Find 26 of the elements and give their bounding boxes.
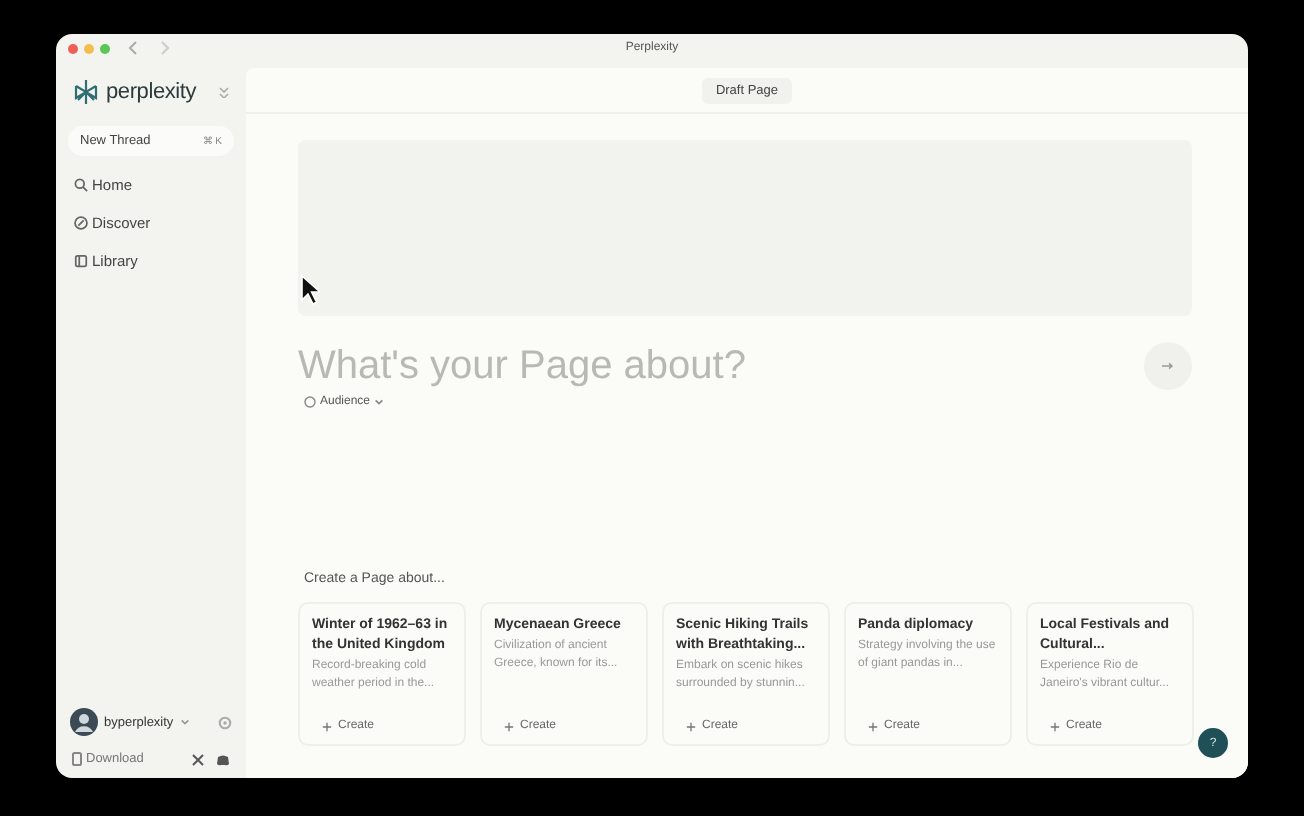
plus-icon — [686, 721, 696, 731]
phone-icon — [72, 752, 82, 766]
minimize-button[interactable] — [84, 43, 94, 53]
close-button[interactable] — [68, 43, 78, 53]
submit-button[interactable] — [1144, 342, 1192, 390]
settings-icon[interactable] — [218, 715, 232, 729]
plus-icon — [868, 721, 878, 731]
avatar-icon — [70, 708, 98, 736]
forward-icon[interactable] — [158, 40, 170, 56]
zoom-button[interactable] — [100, 43, 110, 53]
plus-icon — [504, 721, 514, 731]
chevron-icon — [374, 398, 385, 406]
x-logo-icon[interactable] — [192, 753, 204, 765]
arrow-icon — [1162, 362, 1174, 370]
back-icon[interactable] — [128, 40, 140, 56]
search-icon — [74, 177, 88, 191]
globe-icon — [304, 396, 316, 408]
plus-icon — [1050, 721, 1060, 731]
library-icon — [74, 253, 88, 267]
chevron-icon[interactable] — [179, 718, 190, 726]
logo-icon — [72, 78, 100, 106]
compass-icon — [74, 215, 88, 229]
collapse-icon[interactable] — [218, 86, 230, 98]
cursor-icon — [300, 274, 320, 306]
brand-name: perplexity — [106, 80, 197, 104]
plus-icon — [322, 721, 332, 731]
